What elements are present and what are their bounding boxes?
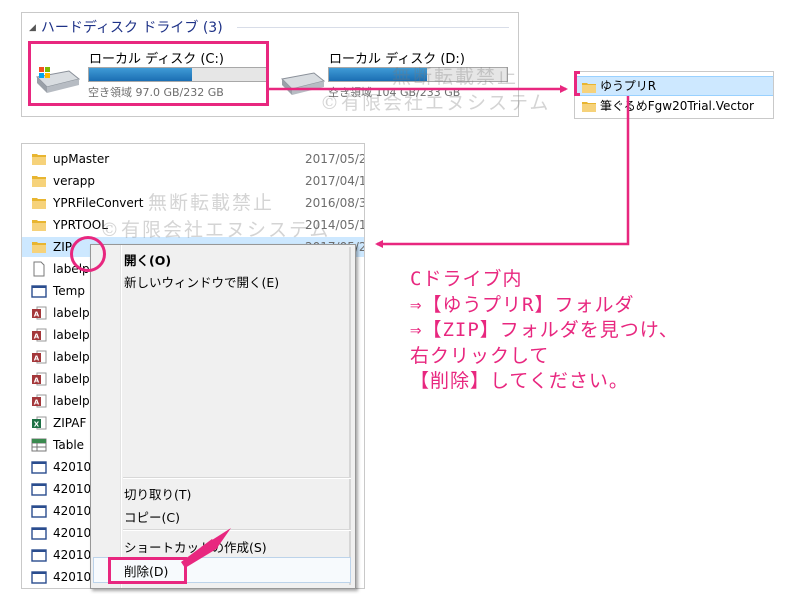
instruction-line: 【削除】してください。 bbox=[410, 370, 629, 392]
cursor-arrow-icon bbox=[181, 528, 231, 568]
watermark-top-line1: 無断転載禁止 bbox=[392, 66, 519, 88]
watermark-mid-line1: 無断転載禁止 bbox=[148, 192, 275, 214]
instruction-line: 右クリックして bbox=[410, 344, 550, 367]
watermark-mid-line2: ©有限会社エヌシステム bbox=[100, 219, 331, 241]
watermark-top-line2: ©有限会社エヌシステム bbox=[320, 92, 551, 114]
instruction-line: ⇒【ゆうプリR】フォルダ bbox=[410, 293, 635, 316]
instruction-text: Cドライブ内 ⇒【ゆうプリR】フォルダ ⇒【ZIP】フォルダを見つけ、 右クリッ… bbox=[410, 267, 679, 395]
instruction-line: Cドライブ内 bbox=[410, 268, 523, 290]
instruction-line: ⇒【ZIP】フォルダを見つけ、 bbox=[410, 319, 679, 341]
arrow-to-zip bbox=[375, 96, 630, 248]
